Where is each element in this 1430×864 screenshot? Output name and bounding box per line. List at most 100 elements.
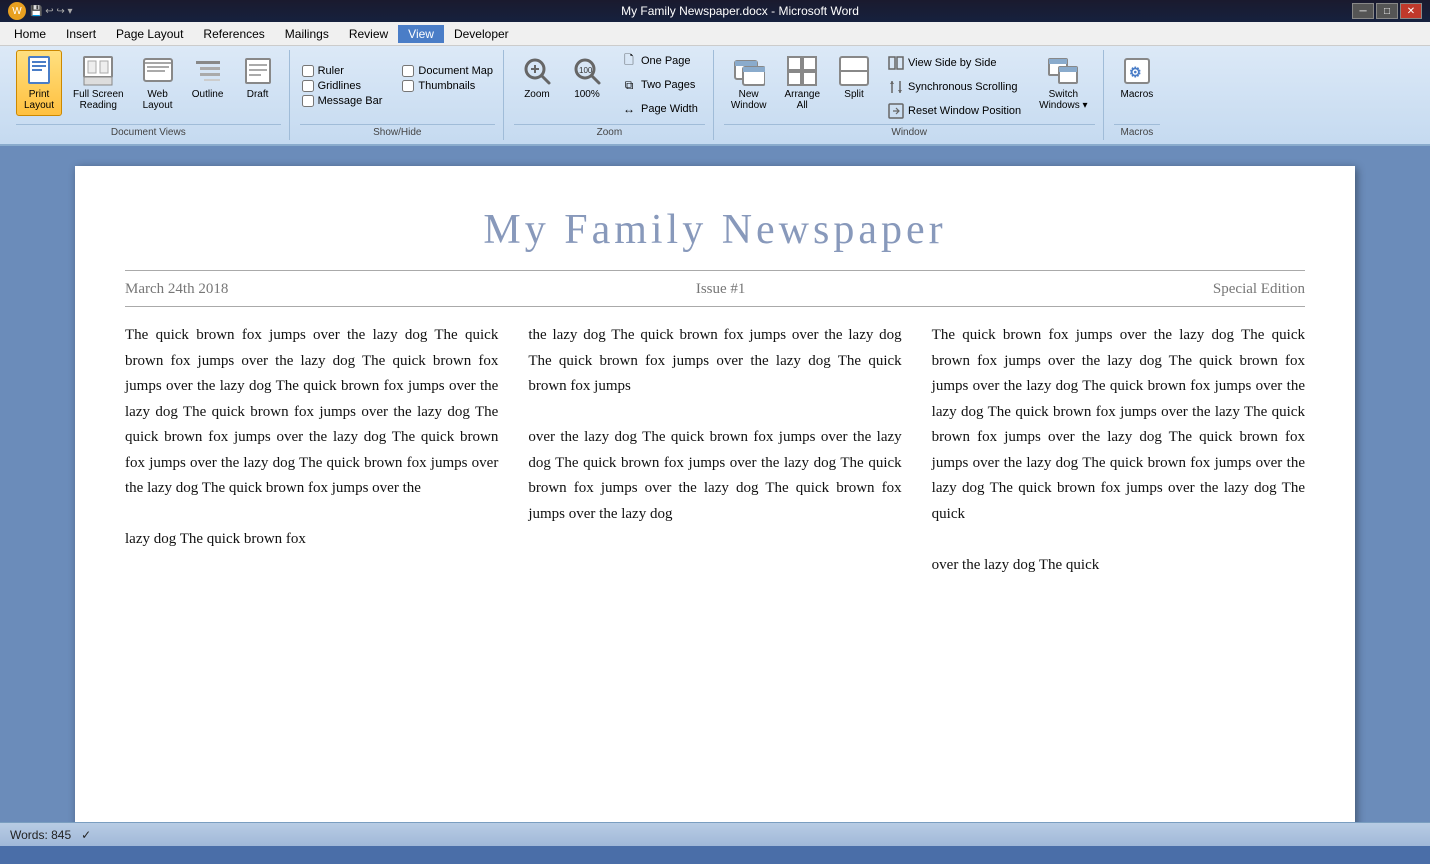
btn-view-side-by-side[interactable]: View Side by Side — [881, 52, 1028, 74]
zoom-100-icon: 100 — [571, 55, 603, 87]
quick-access: 💾 ↩ ↪ ▾ — [30, 6, 73, 17]
minimize-button[interactable]: ─ — [1352, 3, 1374, 19]
reset-window-position-icon — [888, 103, 904, 119]
btn-page-width[interactable]: ↔ Page Width — [614, 98, 705, 120]
btn-zoom[interactable]: Zoom — [514, 50, 560, 105]
btn-one-page[interactable]: 🗋 One Page — [614, 50, 705, 72]
status-icon: ✓ — [81, 828, 91, 842]
maximize-button[interactable]: □ — [1376, 3, 1398, 19]
message-bar-checkbox[interactable] — [302, 95, 314, 107]
macros-label: Macros — [1121, 89, 1154, 100]
ruler-checkbox[interactable] — [302, 65, 314, 77]
menu-references[interactable]: References — [193, 25, 274, 43]
arrange-all-icon — [786, 55, 818, 87]
document-edition: Special Edition — [1213, 281, 1305, 298]
menu-mailings[interactable]: Mailings — [275, 25, 339, 43]
document-area[interactable]: My Family Newspaper March 24th 2018 Issu… — [0, 146, 1430, 822]
document-page: My Family Newspaper March 24th 2018 Issu… — [75, 166, 1355, 822]
checkbox-ruler[interactable]: Ruler — [300, 64, 385, 78]
one-page-label: One Page — [641, 55, 691, 67]
menu-bar: Home Insert Page Layout References Maili… — [0, 22, 1430, 46]
menu-review[interactable]: Review — [339, 25, 398, 43]
btn-two-pages[interactable]: ⧉ Two Pages — [614, 74, 705, 96]
btn-zoom-100[interactable]: 100 100% — [564, 50, 610, 105]
full-screen-reading-label: Full ScreenReading — [73, 89, 124, 111]
group-show-hide: Ruler Gridlines Message Bar Document Map — [292, 50, 504, 140]
btn-arrange-all[interactable]: ArrangeAll — [777, 50, 827, 116]
btn-draft[interactable]: Draft — [235, 50, 281, 105]
draft-icon — [242, 55, 274, 87]
zoom-icon — [521, 55, 553, 87]
menu-page-layout[interactable]: Page Layout — [106, 25, 193, 43]
reset-window-position-label: Reset Window Position — [908, 105, 1021, 117]
col3-text: The quick brown fox jumps over the lazy … — [932, 323, 1305, 527]
group-document-views: PrintLayout Full ScreenReading WebLayout — [8, 50, 290, 140]
btn-split[interactable]: Split — [831, 50, 877, 105]
print-layout-label: PrintLayout — [24, 89, 54, 111]
group-label-window: Window — [724, 124, 1095, 140]
col1b-text: lazy dog The quick brown fox — [125, 527, 498, 553]
document-header-row: March 24th 2018 Issue #1 Special Edition — [125, 281, 1305, 307]
btn-synchronous-scrolling[interactable]: Synchronous Scrolling — [881, 76, 1028, 98]
word-count: Words: 845 — [10, 828, 71, 842]
document-column-1[interactable]: The quick brown fox jumps over the lazy … — [125, 323, 498, 578]
page-width-label: Page Width — [641, 103, 698, 115]
group-label-zoom: Zoom — [514, 124, 705, 140]
btn-reset-window-position[interactable]: Reset Window Position — [881, 100, 1028, 122]
col3b-text: over the lazy dog The quick — [932, 553, 1305, 579]
checkbox-document-map[interactable]: Document Map — [400, 64, 495, 78]
one-page-icon: 🗋 — [621, 53, 637, 69]
group-zoom: Zoom 100 100% 🗋 One Page ⧉ Two Pages — [506, 50, 714, 140]
synchronous-scrolling-icon — [888, 79, 904, 95]
col2-text: the lazy dog The quick brown fox jumps o… — [528, 323, 901, 400]
btn-macros[interactable]: ⚙ Macros — [1114, 50, 1161, 105]
menu-view[interactable]: View — [398, 25, 444, 43]
checkbox-gridlines[interactable]: Gridlines — [300, 79, 385, 93]
document-title: My Family Newspaper — [125, 206, 1305, 254]
btn-new-window[interactable]: NewWindow — [724, 50, 774, 116]
title-rule — [125, 270, 1305, 271]
btn-print-layout[interactable]: PrintLayout — [16, 50, 62, 116]
document-column-2[interactable]: the lazy dog The quick brown fox jumps o… — [528, 323, 901, 578]
menu-insert[interactable]: Insert — [56, 25, 106, 43]
outline-icon — [192, 55, 224, 87]
synchronous-scrolling-label: Synchronous Scrolling — [908, 81, 1017, 93]
zoom-label: Zoom — [524, 89, 550, 100]
group-label-document-views: Document Views — [16, 124, 281, 140]
checkbox-thumbnails[interactable]: Thumbnails — [400, 79, 495, 93]
switch-windows-label: SwitchWindows ▾ — [1039, 89, 1087, 111]
zoom-100-label: 100% — [574, 89, 600, 100]
split-label: Split — [844, 89, 863, 100]
btn-web-layout[interactable]: WebLayout — [135, 50, 181, 116]
svg-text:100: 100 — [579, 66, 593, 75]
document-columns: The quick brown fox jumps over the lazy … — [125, 323, 1305, 578]
close-button[interactable]: ✕ — [1400, 3, 1422, 19]
two-pages-icon: ⧉ — [621, 77, 637, 93]
window-title: My Family Newspaper.docx - Microsoft Wor… — [128, 4, 1352, 18]
draft-label: Draft — [247, 89, 269, 100]
two-pages-label: Two Pages — [641, 79, 695, 91]
checkbox-message-bar[interactable]: Message Bar — [300, 94, 385, 108]
thumbnails-checkbox[interactable] — [402, 80, 414, 92]
switch-windows-icon — [1047, 55, 1079, 87]
new-window-label: NewWindow — [731, 89, 767, 111]
btn-outline[interactable]: Outline — [185, 50, 231, 105]
gridlines-checkbox[interactable] — [302, 80, 314, 92]
macros-icon: ⚙ — [1121, 55, 1153, 87]
btn-switch-windows[interactable]: SwitchWindows ▾ — [1032, 50, 1094, 116]
view-side-by-side-icon — [888, 55, 904, 71]
full-screen-reading-icon — [82, 55, 114, 87]
document-map-checkbox[interactable] — [402, 65, 414, 77]
document-column-3[interactable]: The quick brown fox jumps over the lazy … — [932, 323, 1305, 578]
status-bar: Words: 845 ✓ — [0, 822, 1430, 846]
view-side-by-side-label: View Side by Side — [908, 57, 996, 69]
page-width-icon: ↔ — [621, 101, 637, 117]
btn-full-screen-reading[interactable]: Full ScreenReading — [66, 50, 131, 116]
menu-developer[interactable]: Developer — [444, 25, 519, 43]
svg-text:⚙: ⚙ — [1129, 64, 1142, 80]
group-macros: ⚙ Macros Macros — [1106, 50, 1169, 140]
menu-home[interactable]: Home — [4, 25, 56, 43]
new-window-icon — [733, 55, 765, 87]
group-label-macros: Macros — [1114, 124, 1161, 140]
title-bar: W 💾 ↩ ↪ ▾ My Family Newspaper.docx - Mic… — [0, 0, 1430, 22]
